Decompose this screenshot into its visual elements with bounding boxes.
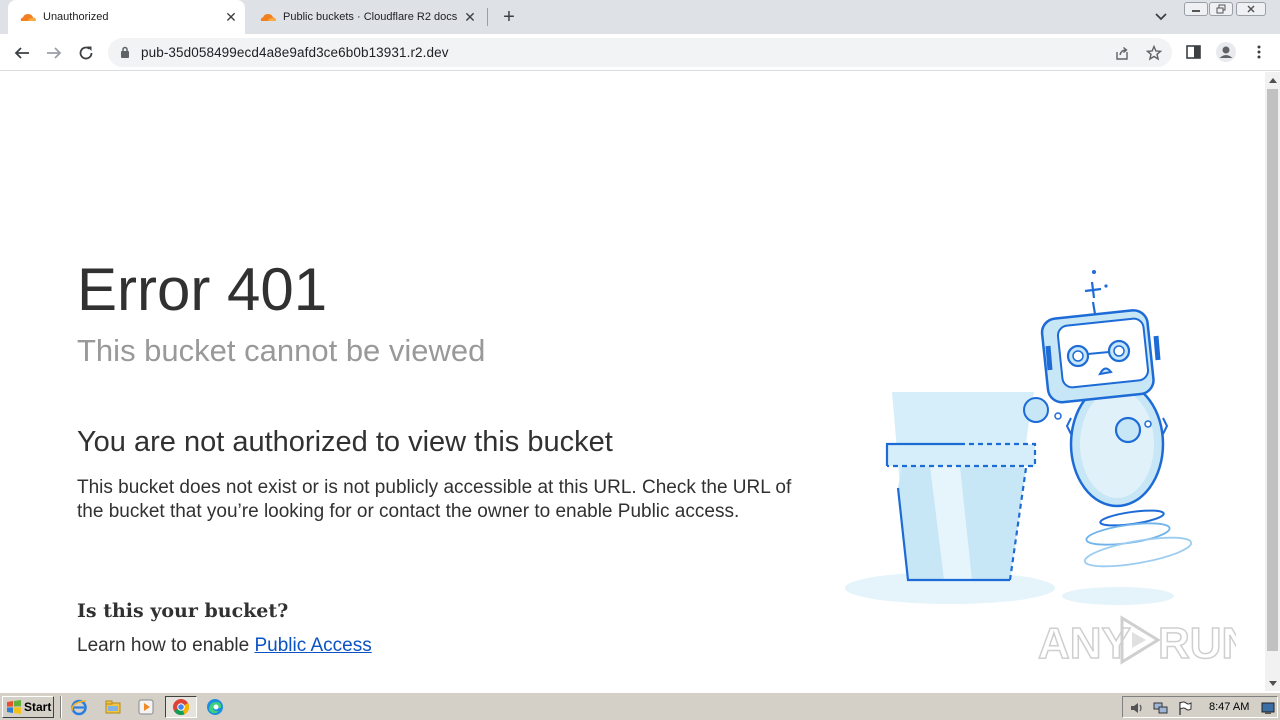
- taskbar-separator: [60, 696, 62, 718]
- file-explorer-icon[interactable]: [104, 698, 122, 716]
- minimize-window-button[interactable]: [1184, 2, 1208, 16]
- back-button[interactable]: [9, 40, 35, 66]
- address-bar[interactable]: pub-35d058499ecd4a8e9afd3ce6b0b13931.r2.…: [108, 38, 1172, 67]
- close-tab-icon[interactable]: ✕: [223, 9, 239, 25]
- tab-unauthorized[interactable]: Unauthorized ✕: [8, 0, 245, 34]
- network-icon[interactable]: [1153, 700, 1169, 716]
- error-heading: You are not authorized to view this buck…: [77, 426, 613, 458]
- watermark-text-left: ANY: [1038, 619, 1131, 668]
- close-tab-icon[interactable]: ✕: [462, 9, 478, 25]
- bookmark-star-icon[interactable]: [1146, 45, 1162, 61]
- start-button[interactable]: Start: [2, 696, 54, 718]
- public-access-link[interactable]: Public Access: [254, 635, 371, 656]
- scroll-thumb[interactable]: [1267, 89, 1278, 651]
- url-text[interactable]: pub-35d058499ecd4a8e9afd3ce6b0b13931.r2.…: [141, 45, 449, 60]
- system-tray: 8:47 AM: [1122, 696, 1278, 718]
- edge-icon[interactable]: [206, 698, 224, 716]
- tab-strip: Unauthorized ✕ Public buckets · Cloudfla…: [0, 0, 1280, 34]
- media-player-icon[interactable]: [137, 698, 155, 716]
- tab-search-chevron-icon[interactable]: [1151, 8, 1171, 26]
- anyrun-watermark-logo: ANY RUN: [1037, 615, 1236, 669]
- page-scrollbar[interactable]: [1265, 72, 1280, 691]
- error-code: Error 401: [77, 256, 328, 323]
- profile-avatar-icon[interactable]: [1215, 41, 1237, 63]
- back-arrow-icon: [14, 47, 29, 59]
- tab-title: Unauthorized: [43, 11, 109, 23]
- page-content: Error 401 This bucket cannot be viewed Y…: [0, 72, 1265, 691]
- robot-bucket-illustration: [845, 270, 1193, 605]
- browser-toolbar: pub-35d058499ecd4a8e9afd3ce6b0b13931.r2.…: [0, 34, 1280, 71]
- chrome-icon[interactable]: [172, 698, 190, 716]
- start-label: Start: [24, 700, 52, 714]
- taskbar-clock[interactable]: 8:47 AM: [1209, 701, 1249, 713]
- scroll-up-arrow-icon[interactable]: [1265, 72, 1280, 88]
- tab-title: Public buckets · Cloudflare R2 docs: [283, 11, 458, 23]
- forward-button[interactable]: [41, 40, 67, 66]
- reload-icon: [79, 46, 93, 60]
- watermark-text-right: RUN: [1158, 619, 1236, 668]
- windows-logo-icon: [7, 700, 21, 714]
- tab-public-buckets[interactable]: Public buckets · Cloudflare R2 docs ✕: [248, 0, 484, 34]
- new-tab-button[interactable]: +: [498, 6, 520, 28]
- reload-button[interactable]: [73, 40, 99, 66]
- tab-separator: [487, 8, 488, 26]
- internet-explorer-icon[interactable]: [70, 698, 88, 716]
- error-description: This bucket does not exist or is not pub…: [77, 477, 792, 522]
- action-center-flag-icon[interactable]: [1177, 700, 1193, 716]
- learn-prefix: Learn how to enable: [77, 635, 255, 656]
- restore-window-button[interactable]: [1209, 2, 1233, 16]
- error-subtitle: This bucket cannot be viewed: [77, 333, 486, 368]
- learn-line: Learn how to enable Public Access: [77, 635, 372, 657]
- close-window-button[interactable]: [1236, 2, 1266, 16]
- windows-taskbar: Start 8:47 AM: [0, 692, 1280, 720]
- more-menu-icon[interactable]: [1250, 43, 1268, 61]
- show-desktop-icon[interactable]: [1261, 700, 1275, 716]
- volume-icon[interactable]: [1129, 700, 1145, 716]
- lock-icon[interactable]: [120, 46, 130, 58]
- side-panel-icon[interactable]: [1185, 43, 1203, 61]
- forward-arrow-icon: [47, 47, 62, 59]
- cloudflare-icon: [260, 14, 276, 21]
- cloudflare-icon: [20, 14, 36, 21]
- scroll-down-arrow-icon[interactable]: [1265, 675, 1280, 691]
- share-icon[interactable]: [1114, 45, 1130, 61]
- bucket-question: Is this your bucket?: [77, 600, 289, 622]
